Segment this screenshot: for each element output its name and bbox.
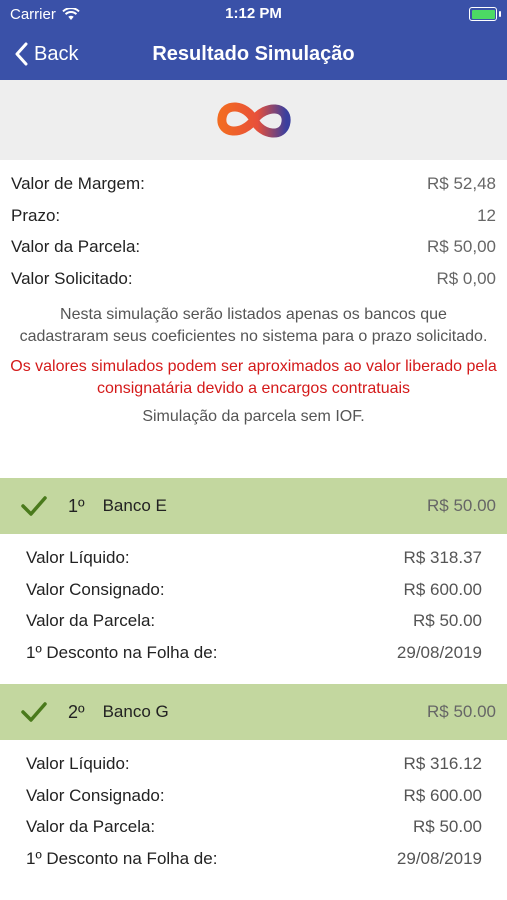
summary-label: Prazo:: [11, 205, 61, 225]
summary-value: R$ 0,00: [436, 268, 496, 288]
summary-row: Prazo: 12: [11, 200, 496, 232]
bank-rank: 2º: [68, 701, 85, 722]
infinity-logo: [217, 102, 290, 138]
detail-row: Valor Consignado: R$ 600.00: [26, 574, 482, 606]
iof-note: Simulação da parcela sem IOF.: [142, 408, 365, 425]
summary-row: Valor Solicitado: R$ 0,00: [11, 263, 496, 295]
summary-value: R$ 52,48: [427, 174, 496, 193]
summary-label: Valor de Margem:: [11, 174, 145, 193]
battery-icon: [469, 7, 501, 21]
bank-amount: R$ 50.00: [427, 702, 496, 721]
detail-value: R$ 50.00: [413, 817, 482, 836]
detail-row: Valor da Parcela: R$ 50.00: [26, 811, 482, 843]
summary-value: R$ 50,00: [427, 237, 496, 256]
detail-label: Valor Líquido:: [26, 754, 130, 773]
summary-label: Valor da Parcela:: [11, 237, 141, 256]
detail-row: Valor Líquido: R$ 318.37: [26, 542, 482, 574]
status-time: 1:12 PM: [225, 5, 282, 22]
detail-value: R$ 600.00: [403, 785, 482, 805]
bank-name: Banco E: [102, 496, 167, 515]
top-bar: Carrier 1:12 PM Back Resultado Simulação: [0, 0, 507, 80]
bank-header-2[interactable]: 2º Banco G R$ 50.00: [0, 684, 507, 740]
detail-row: Valor Consignado: R$ 600.00: [26, 780, 482, 812]
summary-label: Valor Solicitado:: [11, 268, 133, 288]
detail-value: R$ 50.00: [413, 611, 482, 630]
detail-value: 29/08/2019: [396, 848, 482, 868]
simulation-note: Nesta simulação serão listados apenas os…: [19, 306, 488, 345]
logo-band: [0, 80, 507, 160]
chevron-left-icon: [15, 42, 28, 66]
status-bar: Carrier 1:12 PM: [0, 0, 507, 28]
summary-value: 12: [477, 205, 496, 225]
detail-value: R$ 316.12: [403, 754, 482, 773]
detail-label: Valor da Parcela:: [26, 817, 156, 836]
detail-label: Valor Consignado:: [26, 785, 165, 805]
navigation-bar: Back Resultado Simulação: [0, 28, 507, 80]
detail-value: R$ 600.00: [403, 579, 482, 599]
summary-row: Valor da Parcela: R$ 50,00: [11, 231, 496, 263]
summary-list: Valor de Margem: R$ 52,48 Prazo: 12 Valo…: [0, 160, 507, 294]
detail-row: 1º Desconto na Folha de: 29/08/2019: [26, 843, 482, 875]
detail-value: R$ 318.37: [403, 548, 482, 567]
back-button[interactable]: Back: [0, 42, 78, 66]
detail-value: 29/08/2019: [396, 642, 482, 662]
bank-details-1: Valor Líquido: R$ 318.37 Valor Consignad…: [0, 534, 507, 676]
bank-rank: 1º: [68, 495, 85, 516]
warning-text: Os valores simulados podem ser aproximad…: [10, 358, 497, 397]
bank-details-2: Valor Líquido: R$ 316.12 Valor Consignad…: [0, 740, 507, 882]
detail-label: 1º Desconto na Folha de:: [26, 848, 218, 868]
bank-amount: R$ 50.00: [427, 496, 496, 515]
summary-row: Valor de Margem: R$ 52,48: [11, 168, 496, 200]
detail-label: Valor Líquido:: [26, 548, 130, 567]
checkmark-icon: [21, 496, 47, 516]
detail-row: Valor da Parcela: R$ 50.00: [26, 605, 482, 637]
detail-row: Valor Líquido: R$ 316.12: [26, 748, 482, 780]
detail-label: 1º Desconto na Folha de:: [26, 642, 218, 662]
bank-name: Banco G: [102, 702, 169, 721]
detail-label: Valor da Parcela:: [26, 611, 156, 630]
detail-label: Valor Consignado:: [26, 579, 165, 599]
detail-row: 1º Desconto na Folha de: 29/08/2019: [26, 637, 482, 669]
checkmark-icon: [21, 702, 47, 722]
back-label: Back: [34, 42, 79, 65]
bank-header-1[interactable]: 1º Banco E R$ 50.00: [0, 478, 507, 534]
